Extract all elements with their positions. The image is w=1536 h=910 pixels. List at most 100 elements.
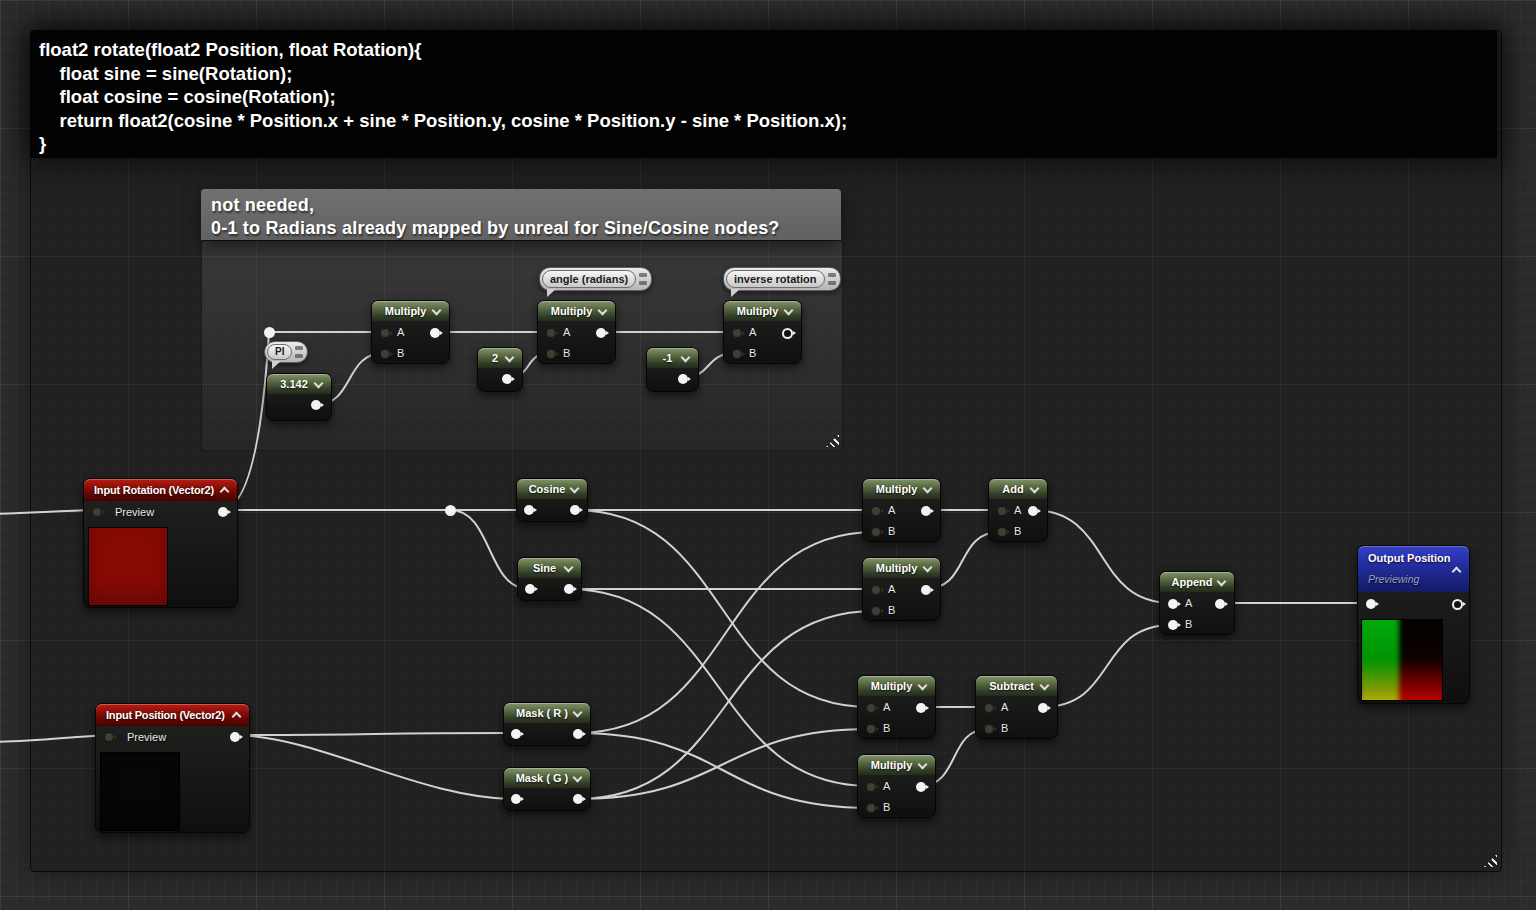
input-pin-a[interactable] — [871, 585, 881, 595]
preview-input-pin[interactable] — [104, 732, 114, 742]
output-pin[interactable] — [230, 732, 240, 742]
node-title: Mask ( R ) — [516, 707, 578, 719]
output-pin[interactable] — [573, 794, 583, 804]
reroute-dot[interactable] — [264, 327, 275, 338]
node-constant-3142[interactable]: 3.142 — [266, 373, 332, 421]
node-multiply-4[interactable]: MultiplyAB — [857, 754, 936, 818]
output-pin[interactable] — [596, 328, 606, 338]
input-pin-a[interactable] — [380, 328, 390, 338]
node-header-mask-g[interactable]: Mask ( G ) — [504, 768, 590, 788]
input-pin-a[interactable] — [984, 703, 994, 713]
reroute-dot[interactable] — [445, 505, 456, 516]
node-header-input-position[interactable]: Input Position (Vector2) — [96, 704, 249, 726]
output-pin[interactable] — [1215, 599, 1225, 609]
output-pin[interactable] — [502, 374, 512, 384]
node-header-output-position[interactable]: Output PositionPreviewing — [1358, 546, 1469, 592]
preview-image — [100, 752, 180, 831]
input-pin[interactable] — [524, 505, 534, 515]
node-append[interactable]: AppendAB — [1159, 571, 1235, 635]
input-pin-b[interactable] — [871, 606, 881, 616]
input-pin-b[interactable] — [866, 803, 876, 813]
node-header-subtract[interactable]: Subtract — [976, 676, 1057, 696]
node-multiply-b[interactable]: MultiplyAB — [537, 300, 616, 364]
output-pin[interactable] — [573, 729, 583, 739]
node-header-cosine[interactable]: Cosine — [517, 479, 587, 499]
input-pin-a[interactable] — [866, 782, 876, 792]
node-header-multiply-b[interactable]: Multiply — [538, 301, 615, 321]
node-header-multiply-1[interactable]: Multiply — [863, 479, 940, 499]
input-pin-b[interactable] — [984, 724, 994, 734]
chevron-up-icon[interactable] — [1452, 567, 1462, 577]
preview-input-pin[interactable] — [92, 507, 102, 517]
input-pin-a[interactable] — [997, 506, 1007, 516]
named-reroute-pi[interactable]: PI — [264, 341, 308, 363]
input-pin-b[interactable] — [546, 349, 556, 359]
input-pin-a[interactable] — [866, 703, 876, 713]
output-pin[interactable] — [1028, 506, 1038, 516]
input-pin[interactable] — [511, 794, 521, 804]
node-multiply-2[interactable]: MultiplyAB — [862, 557, 941, 621]
output-pin[interactable] — [430, 328, 440, 338]
node-title: Multiply — [871, 759, 923, 771]
input-pin-a[interactable] — [1168, 599, 1178, 609]
input-pin-b[interactable] — [1168, 620, 1178, 630]
output-pin[interactable] — [218, 507, 228, 517]
node-output-position[interactable]: Output PositionPreviewing — [1357, 545, 1470, 704]
node-header-multiply-3[interactable]: Multiply — [858, 676, 935, 696]
node-header-multiply-a[interactable]: Multiply — [372, 301, 449, 321]
node-multiply-1[interactable]: MultiplyAB — [862, 478, 941, 542]
output-pin[interactable] — [921, 506, 931, 516]
output-pin[interactable] — [564, 584, 574, 594]
node-header-input-rotation[interactable]: Input Rotation (Vector2) — [84, 479, 237, 501]
node-add[interactable]: AddAB — [988, 478, 1048, 542]
output-pin[interactable] — [570, 505, 580, 515]
node-header-constant-3142[interactable]: 3.142 — [267, 374, 331, 394]
node-multiply-c[interactable]: MultiplyAB — [723, 300, 802, 364]
node-header-sine[interactable]: Sine — [518, 558, 581, 578]
node-mask-r[interactable]: Mask ( R ) — [503, 702, 591, 746]
node-constant-neg1[interactable]: -1 — [646, 347, 699, 392]
wire — [0, 510, 96, 514]
input-pin-b[interactable] — [997, 527, 1007, 537]
node-header-add[interactable]: Add — [989, 479, 1047, 499]
node-header-constant-neg1[interactable]: -1 — [647, 348, 698, 368]
input-pin-a[interactable] — [546, 328, 556, 338]
node-header-multiply-c[interactable]: Multiply — [724, 301, 801, 321]
node-header-constant-2[interactable]: 2 — [478, 348, 522, 368]
node-title: Output Position — [1368, 548, 1450, 568]
output-pin[interactable] — [916, 782, 926, 792]
input-pin-b[interactable] — [866, 724, 876, 734]
node-constant-2[interactable]: 2 — [477, 347, 523, 392]
output-pin[interactable] — [678, 374, 688, 384]
input-pin-a[interactable] — [732, 328, 742, 338]
node-header-multiply-4[interactable]: Multiply — [858, 755, 935, 775]
input-pin-b[interactable] — [871, 527, 881, 537]
node-subtract[interactable]: SubtractAB — [975, 675, 1058, 739]
node-multiply-3[interactable]: MultiplyAB — [857, 675, 936, 739]
node-multiply-a[interactable]: MultiplyAB — [371, 300, 450, 364]
output-pin[interactable] — [1038, 703, 1048, 713]
input-pin[interactable] — [511, 729, 521, 739]
input-pin-b[interactable] — [380, 349, 390, 359]
node-input-position[interactable]: Input Position (Vector2)Preview — [95, 703, 250, 833]
input-pin-b[interactable] — [732, 349, 742, 359]
node-mask-g[interactable]: Mask ( G ) — [503, 767, 591, 811]
output-pin[interactable] — [1452, 599, 1463, 610]
pin-label-b: B — [1001, 722, 1008, 734]
output-pin[interactable] — [916, 703, 926, 713]
node-header-append[interactable]: Append — [1160, 572, 1234, 592]
output-pin[interactable] — [311, 400, 321, 410]
named-reroute-inverse-rotation[interactable]: inverse rotation — [723, 267, 841, 291]
node-header-multiply-2[interactable]: Multiply — [863, 558, 940, 578]
pin-label-b: B — [883, 801, 890, 813]
node-input-rotation[interactable]: Input Rotation (Vector2)Preview — [83, 478, 238, 608]
output-pin[interactable] — [921, 585, 931, 595]
input-pin[interactable] — [1366, 599, 1376, 609]
node-cosine[interactable]: Cosine — [516, 478, 588, 522]
named-reroute-angle-radians[interactable]: angle (radians) — [539, 267, 652, 291]
node-sine[interactable]: Sine — [517, 557, 582, 601]
input-pin-a[interactable] — [871, 506, 881, 516]
node-header-mask-r[interactable]: Mask ( R ) — [504, 703, 590, 723]
input-pin[interactable] — [525, 584, 535, 594]
output-pin[interactable] — [782, 328, 793, 339]
